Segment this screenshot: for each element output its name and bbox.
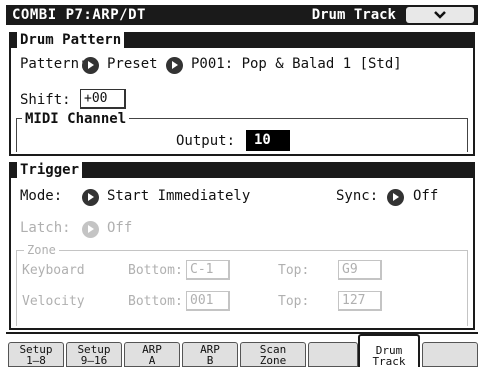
sync-value[interactable]: Off	[413, 188, 438, 204]
velocity-label: Velocity	[22, 294, 85, 309]
title-bar: COMBI P7:ARP/DT Drum Track	[6, 5, 478, 25]
page-title: Drum Track	[311, 7, 396, 23]
keyboard-bottom-label: Bottom:	[128, 263, 183, 278]
output-channel-field[interactable]: 10	[246, 130, 290, 151]
sync-label: Sync:	[336, 188, 379, 204]
zone-heading: Zone	[24, 243, 59, 257]
bank-value[interactable]: Preset	[107, 56, 158, 72]
tab-empty	[308, 342, 358, 367]
mode-value[interactable]: Start Immediately	[107, 188, 250, 204]
keyboard-label: Keyboard	[22, 263, 85, 278]
sync-popup-button[interactable]	[387, 189, 404, 206]
keyboard-top-label: Top:	[278, 263, 310, 278]
shift-field[interactable]: +00	[80, 89, 126, 109]
velocity-bottom-field[interactable]: 001	[186, 291, 230, 311]
tab-arp-a[interactable]: ARP A	[124, 342, 180, 367]
keyboard-bottom-field[interactable]: C-1	[186, 260, 230, 280]
latch-value[interactable]: Off	[107, 220, 132, 236]
tab-arp-b[interactable]: ARP B	[182, 342, 238, 367]
velocity-bottom-label: Bottom:	[128, 294, 183, 309]
pattern-value[interactable]: P001: Pop & Balad 1 [Std]	[191, 56, 402, 72]
drum-pattern-heading: Drum Pattern	[17, 32, 125, 48]
velocity-top-field[interactable]: 127	[338, 291, 382, 311]
mode-title: COMBI P7:ARP/DT	[12, 7, 146, 23]
midi-channel-heading: MIDI Channel	[22, 111, 130, 127]
tab-scan-zone[interactable]: Scan Zone	[240, 342, 306, 367]
drum-pattern-header: Drum Pattern	[11, 32, 473, 48]
tab-drum-track[interactable]: Drum Track	[358, 334, 420, 367]
pattern-popup-button[interactable]	[166, 57, 183, 74]
tab-setup-9-16[interactable]: Setup 9–16	[66, 342, 122, 367]
latch-label: Latch:	[20, 220, 71, 236]
output-label: Output:	[176, 133, 236, 149]
pattern-label: Pattern:	[20, 56, 88, 72]
mode-label: Mode:	[20, 188, 63, 204]
tab-setup-1-8[interactable]: Setup 1–8	[8, 342, 64, 367]
zone-box	[16, 250, 468, 326]
chevron-down-icon	[434, 11, 446, 19]
keyboard-top-field[interactable]: G9	[338, 260, 382, 280]
shift-label: Shift:	[20, 92, 71, 108]
latch-popup-button[interactable]	[82, 221, 99, 238]
bank-popup-button[interactable]	[82, 57, 99, 74]
page-menu-button[interactable]	[406, 7, 474, 23]
trigger-header: Trigger	[11, 162, 473, 178]
trigger-heading: Trigger	[17, 162, 83, 178]
velocity-top-label: Top:	[278, 294, 310, 309]
tab-empty-right	[422, 342, 478, 367]
mode-popup-button[interactable]	[82, 189, 99, 206]
